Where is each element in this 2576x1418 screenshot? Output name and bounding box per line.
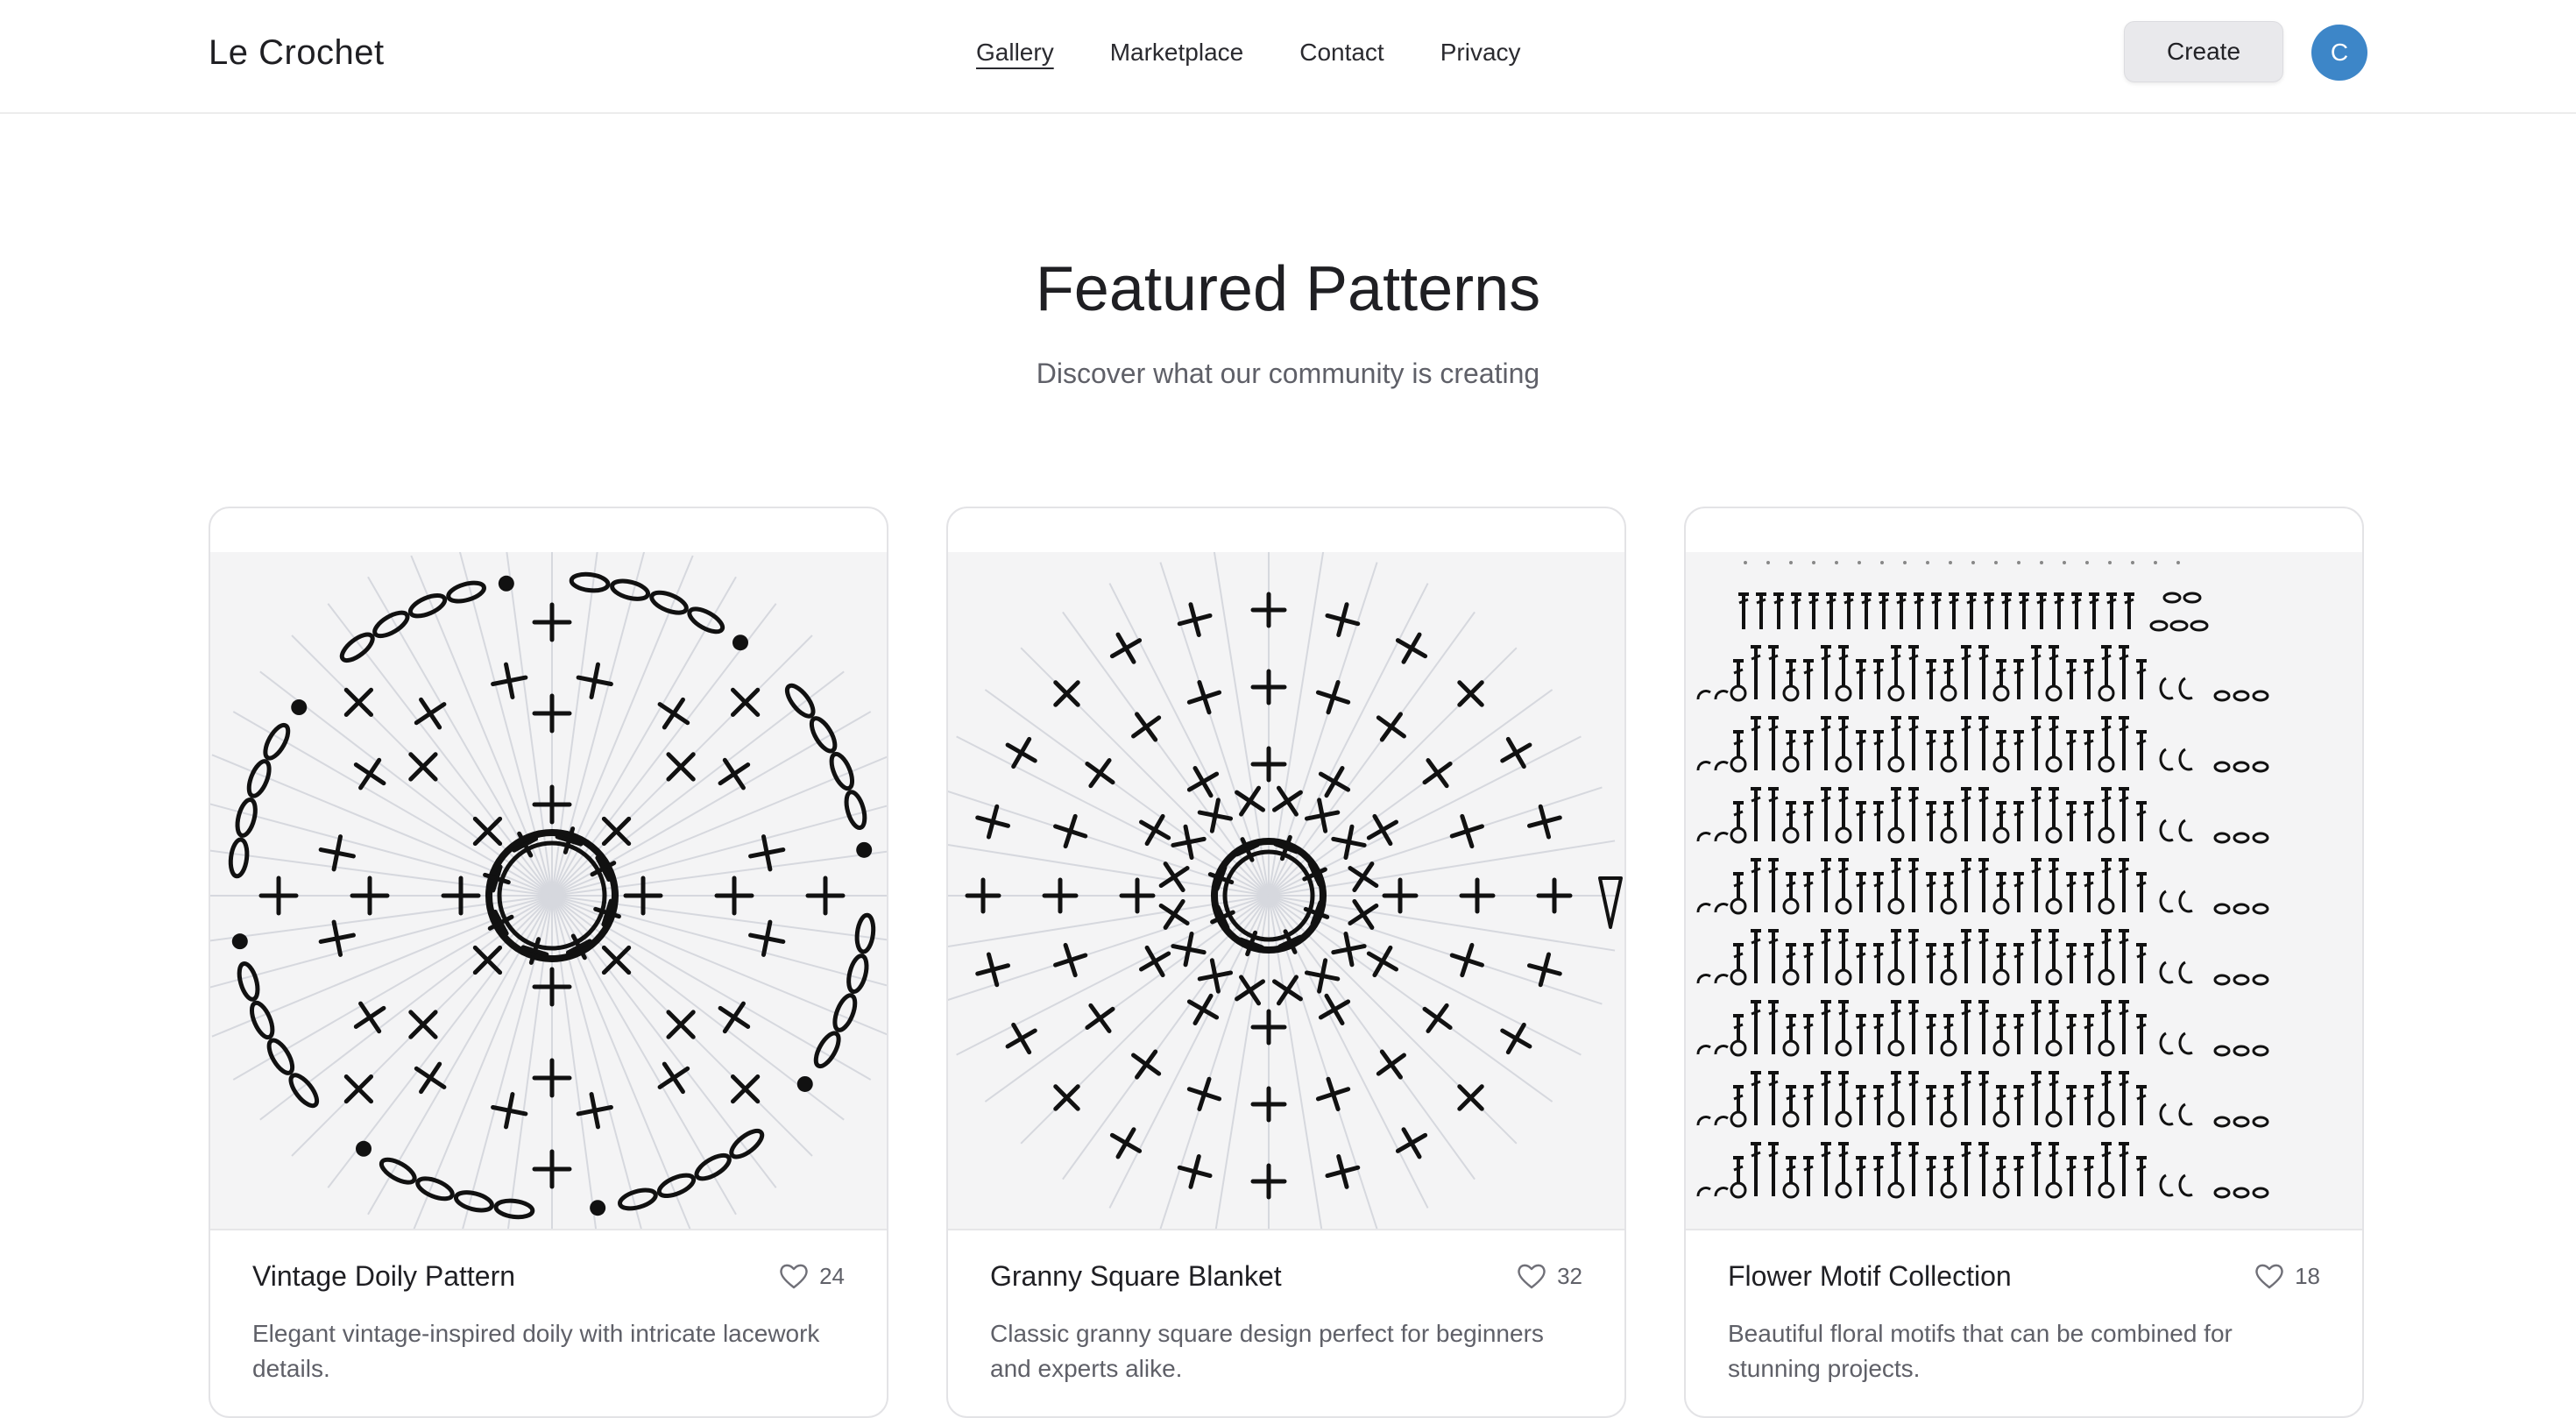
create-button[interactable]: Create [2124,21,2283,82]
granny-square-chart-icon [948,552,1623,1229]
like-count: 32 [1557,1263,1582,1289]
nav-item-privacy[interactable]: Privacy [1440,35,1521,70]
pattern-description: Elegant vintage-inspired doily with intr… [252,1320,820,1382]
nav-item-contact[interactable]: Contact [1299,35,1384,70]
page-subtitle: Discover what our community is creating [1036,358,1540,389]
pattern-card[interactable]: Flower Motif Collection 18 Beautiful flo… [1684,507,2364,1418]
pattern-title[interactable]: Vintage Doily Pattern [252,1255,515,1297]
top-nav-bar: Le Crochet Gallery Marketplace Contact P… [0,0,2576,114]
nav-item-gallery[interactable]: Gallery [976,35,1054,70]
nav-item-marketplace[interactable]: Marketplace [1110,35,1244,70]
like-button[interactable]: 24 [779,1258,845,1294]
pattern-image[interactable] [210,552,887,1230]
pattern-title[interactable]: Flower Motif Collection [1728,1255,2012,1297]
flower-motif-chart-icon [1696,561,2269,1199]
like-button[interactable]: 18 [2254,1258,2320,1294]
pattern-image[interactable] [1686,552,2362,1230]
like-button[interactable]: 32 [1517,1258,1582,1294]
page-title: Featured Patterns [1035,254,1541,324]
heart-icon [780,1264,808,1289]
like-count: 18 [2295,1263,2320,1289]
avatar[interactable]: C [2311,25,2367,81]
heart-icon [2255,1264,2283,1289]
like-count: 24 [819,1263,845,1289]
pattern-description: Beautiful floral motifs that can be comb… [1728,1320,2233,1382]
doily-chart-icon [210,552,887,1229]
heart-icon [1518,1264,1546,1289]
main-nav: Gallery Marketplace Contact Privacy [976,35,1521,70]
brand-logo[interactable]: Le Crochet [209,32,385,74]
pattern-title[interactable]: Granny Square Blanket [990,1255,1282,1297]
pattern-description: Classic granny square design perfect for… [990,1320,1544,1382]
pattern-card[interactable]: Vintage Doily Pattern 24 Elegant vintage… [209,507,888,1418]
pattern-card[interactable]: Granny Square Blanket 32 Classic granny … [946,507,1626,1418]
pattern-image[interactable] [948,552,1624,1230]
